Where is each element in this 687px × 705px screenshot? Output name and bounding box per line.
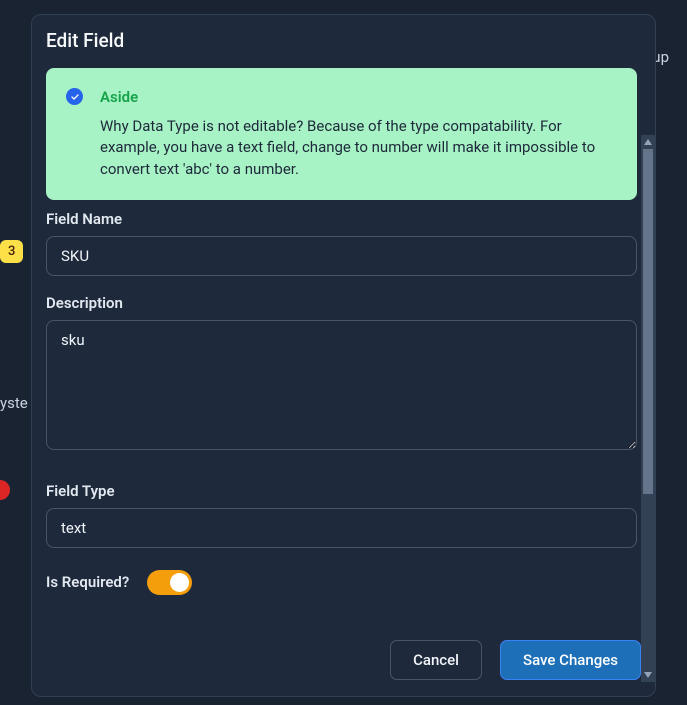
scrollbar[interactable] [641, 135, 655, 682]
save-changes-button[interactable]: Save Changes [500, 640, 641, 680]
notification-badge[interactable]: 3 [0, 240, 23, 263]
field-name-group: Field Name [46, 210, 637, 276]
description-input[interactable] [46, 320, 637, 450]
is-required-row: Is Required? [46, 570, 637, 595]
field-type-input[interactable] [46, 508, 637, 548]
scroll-down-icon[interactable] [644, 669, 652, 681]
check-circle-icon [66, 88, 83, 105]
background-red-shape [0, 480, 10, 500]
description-label: Description [46, 294, 637, 312]
modal-title: Edit Field [46, 29, 641, 52]
edit-field-modal: Edit Field Aside Why Data Type is not ed… [31, 14, 656, 697]
toggle-knob [170, 573, 189, 592]
aside-body: Why Data Type is not editable? Because o… [100, 116, 619, 180]
is-required-toggle[interactable] [147, 570, 192, 595]
aside-heading: Aside [100, 88, 619, 106]
scrollbar-thumb[interactable] [643, 149, 653, 494]
modal-footer: Cancel Save Changes [32, 626, 655, 694]
modal-header: Edit Field [32, 15, 655, 66]
description-group: Description [46, 294, 637, 454]
field-type-label: Field Type [46, 482, 637, 500]
field-name-label: Field Name [46, 210, 637, 228]
is-required-label: Is Required? [46, 573, 129, 591]
scroll-up-icon[interactable] [644, 136, 652, 148]
background-text-fragment: yste [0, 394, 28, 412]
field-type-group: Field Type [46, 482, 637, 548]
field-name-input[interactable] [46, 236, 637, 276]
cancel-button[interactable]: Cancel [390, 640, 482, 680]
info-aside: Aside Why Data Type is not editable? Bec… [46, 68, 637, 200]
